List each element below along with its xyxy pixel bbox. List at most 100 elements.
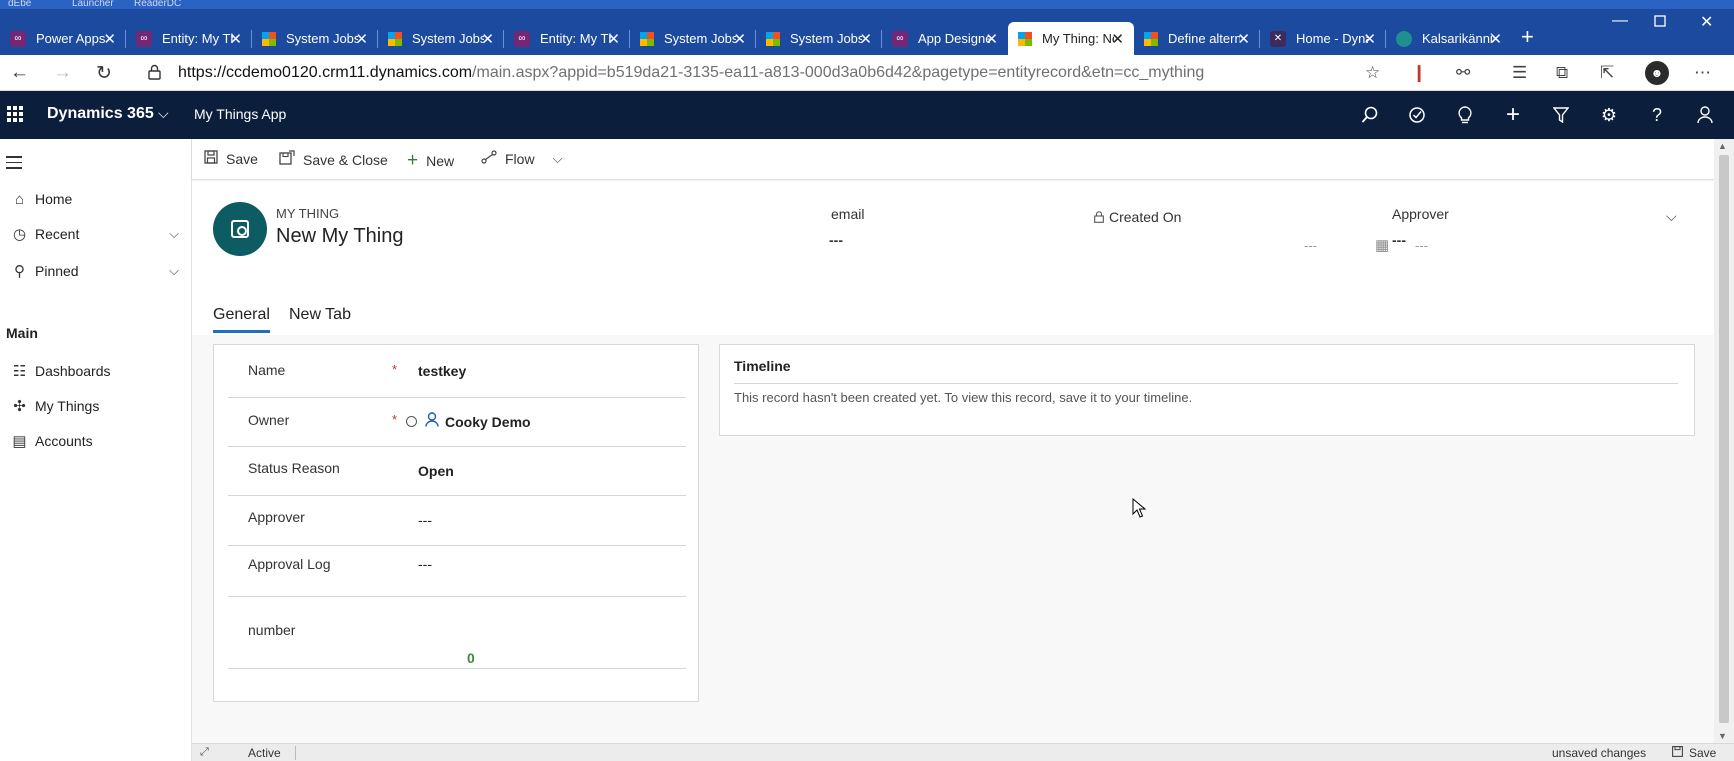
sidebar-item-pinned[interactable]: ⚲ Pinned ⌵ bbox=[0, 254, 191, 288]
browser-tab[interactable]: System Jobs ✕ bbox=[756, 22, 882, 55]
browser-tab-active[interactable]: My Thing: New ✕ bbox=[1008, 22, 1134, 55]
chevron-down-icon[interactable]: ⌵ bbox=[169, 226, 179, 242]
profile-avatar[interactable]: ☻ bbox=[1645, 61, 1669, 85]
expand-header-chevron-icon[interactable]: ⌵ bbox=[1666, 208, 1677, 225]
close-tab-icon[interactable]: ✕ bbox=[733, 30, 746, 48]
microsoft-icon bbox=[1144, 31, 1158, 46]
refresh-icon[interactable]: ↻ bbox=[96, 62, 112, 85]
maximize-icon[interactable] bbox=[1654, 14, 1666, 32]
chevron-down-icon[interactable]: ⌵ bbox=[158, 105, 169, 122]
status-reason-select[interactable]: Open bbox=[418, 463, 454, 479]
browser-tab[interactable]: ∞ Power Apps ✕ bbox=[0, 22, 126, 55]
url-field[interactable]: https://ccdemo0120.crm11.dynamics.com/ma… bbox=[178, 64, 1204, 82]
open-in-new-window-icon[interactable]: ⤢ bbox=[200, 746, 209, 759]
help-icon[interactable]: ? bbox=[1644, 102, 1670, 128]
more-options-icon[interactable]: ⋯ bbox=[1694, 63, 1711, 83]
name-field[interactable]: testkey bbox=[418, 363, 466, 379]
entity-label: MY THING bbox=[276, 206, 340, 221]
sidebar-item-dashboards[interactable]: ☷ Dashboards bbox=[0, 354, 191, 388]
flow-icon bbox=[481, 150, 497, 168]
browser-tab[interactable]: ∞ Entity: My Things ✕ bbox=[126, 22, 252, 55]
browser-tab[interactable]: Define alternate ✕ bbox=[1134, 22, 1260, 55]
browser-tab[interactable]: Kalsarikännit ✕ bbox=[1386, 22, 1512, 55]
app-name[interactable]: My Things App bbox=[194, 106, 286, 122]
extension-icon[interactable]: ⚯ bbox=[1456, 63, 1470, 83]
scroll-up-icon[interactable]: ▲ bbox=[1718, 141, 1727, 151]
browser-tab[interactable]: ✕ Home - Dynamics ✕ bbox=[1260, 22, 1386, 55]
number-field[interactable]: 0 bbox=[467, 650, 475, 666]
sidebar-item-my-things[interactable]: ✣ My Things bbox=[0, 389, 191, 423]
save-and-close-label: Save & Close bbox=[303, 151, 388, 168]
owner-link[interactable]: Cooky Demo bbox=[445, 414, 531, 430]
favorite-star-icon[interactable]: ☆ bbox=[1365, 63, 1380, 83]
browser-tab[interactable]: System Jobs ✕ bbox=[630, 22, 756, 55]
power-apps-icon: ∞ bbox=[892, 30, 908, 47]
field-value[interactable]: --- bbox=[1392, 232, 1449, 248]
approver-field[interactable]: --- bbox=[418, 512, 432, 528]
user-icon[interactable] bbox=[1692, 102, 1718, 128]
taskbar-item[interactable]: ReaderDC bbox=[134, 0, 181, 9]
add-icon[interactable]: + bbox=[1500, 101, 1526, 128]
search-icon[interactable] bbox=[1357, 102, 1383, 128]
lightbulb-icon[interactable] bbox=[1452, 102, 1478, 128]
close-window-icon[interactable]: ✕ bbox=[1700, 12, 1713, 32]
settings-gear-icon[interactable]: ⚙ bbox=[1596, 102, 1622, 128]
required-marker: * bbox=[392, 362, 398, 377]
chevron-down-icon[interactable]: ⌵ bbox=[169, 263, 179, 279]
header-field-approver[interactable]: Approver --- bbox=[1392, 206, 1449, 248]
app-launcher-icon[interactable] bbox=[7, 106, 23, 122]
sidebar-item-accounts[interactable]: ▤ Accounts bbox=[0, 424, 191, 458]
minimize-icon[interactable]: — bbox=[1612, 12, 1628, 30]
vertical-scrollbar[interactable]: ▲ ▼ bbox=[1714, 139, 1734, 743]
field-label: email bbox=[831, 206, 865, 222]
approval-log-field[interactable]: --- bbox=[418, 556, 432, 572]
back-icon[interactable]: ← bbox=[10, 62, 29, 84]
close-tab-icon[interactable]: ✕ bbox=[229, 30, 242, 48]
status-save-button[interactable]: Save bbox=[1672, 746, 1716, 760]
hamburger-menu-icon[interactable] bbox=[6, 156, 22, 173]
save-and-close-button[interactable]: Save & Close bbox=[279, 150, 388, 169]
form-content: MY THING New My Thing email --- Created … bbox=[192, 181, 1714, 743]
sidebar-item-home[interactable]: ⌂ Home bbox=[0, 182, 191, 216]
browser-tab[interactable]: System Jobs ✕ bbox=[252, 22, 378, 55]
close-tab-icon[interactable]: ✕ bbox=[355, 30, 368, 48]
tab-new-tab[interactable]: New Tab bbox=[289, 306, 351, 330]
taskbar-item[interactable]: Launcher bbox=[72, 0, 114, 9]
close-tab-icon[interactable]: ✕ bbox=[607, 30, 620, 48]
building-icon: ▤ bbox=[12, 433, 27, 450]
close-tab-icon[interactable]: ✕ bbox=[1489, 30, 1502, 48]
extension-pin-icon[interactable]: ❙ bbox=[1412, 63, 1426, 83]
task-flow-icon[interactable] bbox=[1404, 102, 1430, 128]
browser-tab[interactable]: System Jobs ✕ bbox=[378, 22, 504, 55]
brand-title[interactable]: Dynamics 365 bbox=[47, 105, 154, 123]
taskbar-item[interactable]: dEbe bbox=[8, 0, 31, 9]
close-tab-icon[interactable]: ✕ bbox=[1237, 30, 1250, 48]
close-tab-icon[interactable]: ✕ bbox=[859, 30, 872, 48]
owner-lookup[interactable]: Cooky Demo bbox=[406, 412, 531, 431]
forward-icon[interactable]: → bbox=[53, 62, 72, 84]
share-icon[interactable]: ⇱ bbox=[1600, 63, 1614, 83]
close-tab-icon[interactable]: ✕ bbox=[1363, 30, 1376, 48]
collections-icon[interactable]: ⧉ bbox=[1556, 63, 1568, 83]
browser-tab[interactable]: ∞ Entity: My Things ✕ bbox=[504, 22, 630, 55]
favorites-icon[interactable]: ☰ bbox=[1512, 63, 1527, 83]
scroll-down-icon[interactable]: ▼ bbox=[1718, 731, 1727, 741]
close-tab-icon[interactable]: ✕ bbox=[1111, 30, 1124, 48]
save-button[interactable]: Save bbox=[204, 150, 258, 168]
header-field-email[interactable]: email --- bbox=[829, 206, 865, 248]
sidebar-item-label: Recent bbox=[35, 226, 80, 242]
sidebar-item-recent[interactable]: ◷ Recent ⌵ bbox=[0, 217, 191, 251]
filter-icon[interactable] bbox=[1548, 102, 1574, 128]
presence-icon bbox=[406, 416, 417, 427]
close-tab-icon[interactable]: ✕ bbox=[481, 30, 494, 48]
browser-tab[interactable]: ∞ App Designer ✕ bbox=[882, 22, 1008, 55]
flow-button[interactable]: Flow ⌵ bbox=[481, 150, 562, 168]
close-tab-icon[interactable]: ✕ bbox=[103, 30, 116, 48]
field-value[interactable]: --- bbox=[829, 232, 864, 248]
scrollbar-thumb[interactable] bbox=[1719, 155, 1729, 723]
new-button[interactable]: + New bbox=[407, 150, 454, 172]
new-tab-button[interactable]: + bbox=[1521, 24, 1534, 50]
tab-general[interactable]: General bbox=[213, 306, 270, 333]
chevron-down-icon[interactable]: ⌵ bbox=[553, 151, 563, 167]
close-tab-icon[interactable]: ✕ bbox=[985, 30, 998, 48]
